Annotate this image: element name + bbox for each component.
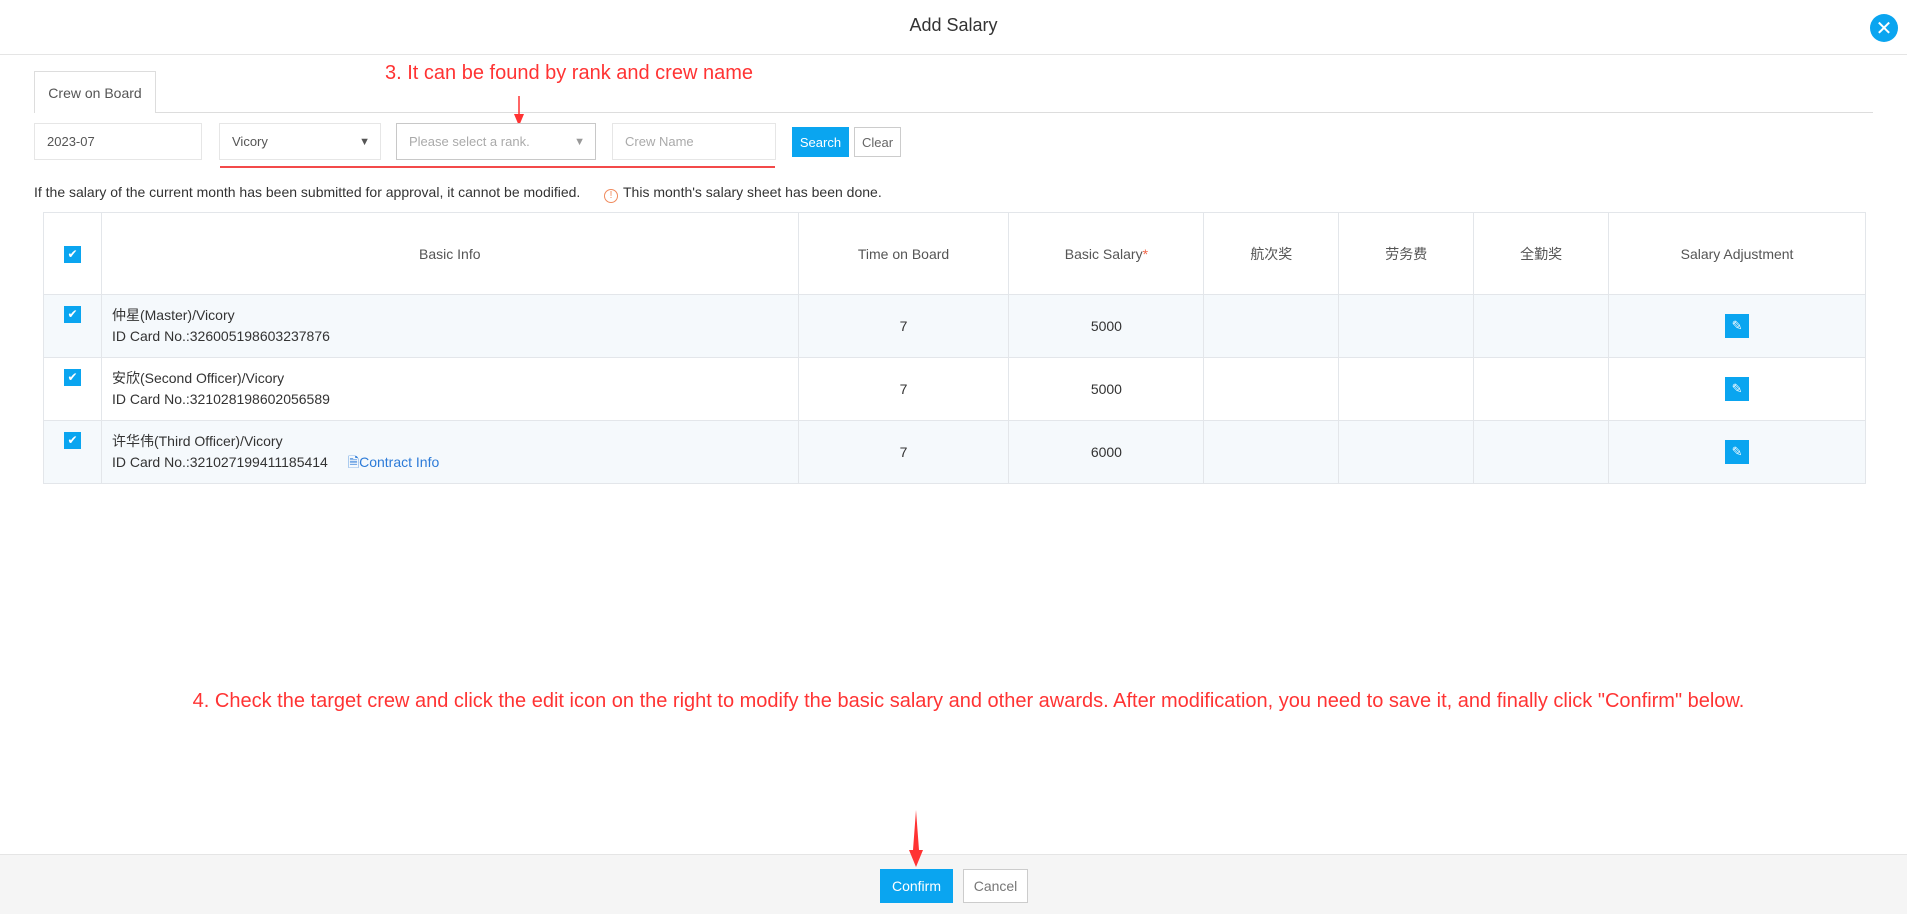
header-basic-info: Basic Info xyxy=(100,212,799,295)
row-checkbox[interactable]: ✔ xyxy=(63,369,81,386)
time-on-board: 7 xyxy=(797,420,1010,484)
cancel-button[interactable]: Cancel xyxy=(963,869,1028,903)
attendance-bonus xyxy=(1473,420,1610,484)
annotation-underline xyxy=(220,166,775,168)
edit-icon[interactable]: ✎ xyxy=(1725,440,1750,464)
annotation-step3: 3. It can be found by rank and crew name xyxy=(385,62,753,84)
warning-text: This month's salary sheet has been done. xyxy=(623,184,882,200)
header-service-fee: 劳务费 xyxy=(1338,212,1475,295)
time-on-board: 7 xyxy=(797,357,1010,421)
voyage-bonus xyxy=(1203,420,1340,484)
salary-table: ✔ Basic Info Time on Board Basic Salary*… xyxy=(43,212,1866,484)
voyage-bonus xyxy=(1203,357,1340,421)
vessel-select[interactable]: Vicory ▼ xyxy=(219,123,381,160)
tab-divider xyxy=(34,112,1873,113)
dialog-footer xyxy=(0,854,1907,914)
crew-name-placeholder: Crew Name xyxy=(625,134,694,149)
clear-button[interactable]: Clear xyxy=(854,127,901,157)
service-fee xyxy=(1338,294,1475,358)
annotation-arrow-icon xyxy=(909,810,923,867)
close-icon: ✕ xyxy=(1875,17,1893,40)
select-all-checkbox[interactable]: ✔ xyxy=(63,245,81,263)
header-salary-adjustment: Salary Adjustment xyxy=(1608,212,1866,295)
service-fee xyxy=(1338,420,1475,484)
crew-name: 许华伟(Third Officer)/Vicory xyxy=(111,433,283,449)
month-input[interactable]: 2023-07 xyxy=(34,123,202,160)
close-button[interactable]: ✕ xyxy=(1870,14,1898,42)
dialog-title: Add Salary xyxy=(909,15,998,35)
basic-salary: 5000 xyxy=(1008,294,1205,358)
header-basic-salary-label: Basic Salary xyxy=(1064,245,1143,262)
crew-id: ID Card No.:321028198602056589 xyxy=(111,391,330,407)
header-voyage-bonus: 航次奖 xyxy=(1203,212,1340,295)
table-row: ✔ 许华伟(Third Officer)/Vicory ID Card No.:3… xyxy=(43,420,1866,484)
attendance-bonus xyxy=(1473,357,1610,421)
confirm-button[interactable]: Confirm xyxy=(880,869,953,903)
contract-info-label: Contract Info xyxy=(359,454,440,470)
header-attendance-bonus: 全勤奖 xyxy=(1473,212,1610,295)
vessel-value: Vicory xyxy=(232,134,268,149)
header-time-on-board: Time on Board xyxy=(797,212,1010,295)
notice-warning: ! This month's salary sheet has been done… xyxy=(604,184,882,203)
crew-name-input[interactable]: Crew Name xyxy=(612,123,776,160)
attendance-bonus xyxy=(1473,294,1610,358)
basic-salary: 5000 xyxy=(1008,357,1205,421)
search-button[interactable]: Search xyxy=(792,127,849,157)
table-header: ✔ Basic Info Time on Board Basic Salary*… xyxy=(43,212,1866,295)
time-on-board: 7 xyxy=(797,294,1010,358)
required-mark: * xyxy=(1142,245,1149,262)
rank-placeholder: Please select a rank. xyxy=(409,134,530,149)
rank-select[interactable]: Please select a rank. ▼ xyxy=(396,123,596,160)
warning-icon: ! xyxy=(604,188,618,203)
basic-salary: 6000 xyxy=(1008,420,1205,484)
annotation-step4: 4. Check the target crew and click the e… xyxy=(192,690,1745,712)
table-row: ✔ 仲星(Master)/Vicory ID Card No.:326005198… xyxy=(43,294,1866,358)
table-row: ✔ 安欣(Second Officer)/Vicory ID Card No.:3… xyxy=(43,357,1866,421)
voyage-bonus xyxy=(1203,294,1340,358)
row-checkbox[interactable]: ✔ xyxy=(63,432,81,449)
crew-id: ID Card No.:326005198603237876 xyxy=(111,328,330,344)
crew-id: ID Card No.:321027199411185414 xyxy=(111,454,328,470)
edit-icon[interactable]: ✎ xyxy=(1725,314,1750,338)
row-checkbox[interactable]: ✔ xyxy=(63,306,81,323)
notice-info: If the salary of the current month has b… xyxy=(34,184,581,200)
tab-crew-on-board[interactable]: Crew on Board xyxy=(34,71,156,113)
crew-name: 仲星(Master)/Vicory xyxy=(111,307,235,323)
caret-down-icon: ▼ xyxy=(574,135,585,148)
contract-info-link[interactable]: 🗎Contract Info xyxy=(348,454,439,470)
caret-down-icon: ▼ xyxy=(359,135,370,148)
crew-name: 安欣(Second Officer)/Vicory xyxy=(111,370,285,386)
edit-icon[interactable]: ✎ xyxy=(1725,377,1750,401)
document-icon: 🗎 xyxy=(347,454,360,470)
service-fee xyxy=(1338,357,1475,421)
header-basic-salary: Basic Salary* xyxy=(1008,212,1205,295)
